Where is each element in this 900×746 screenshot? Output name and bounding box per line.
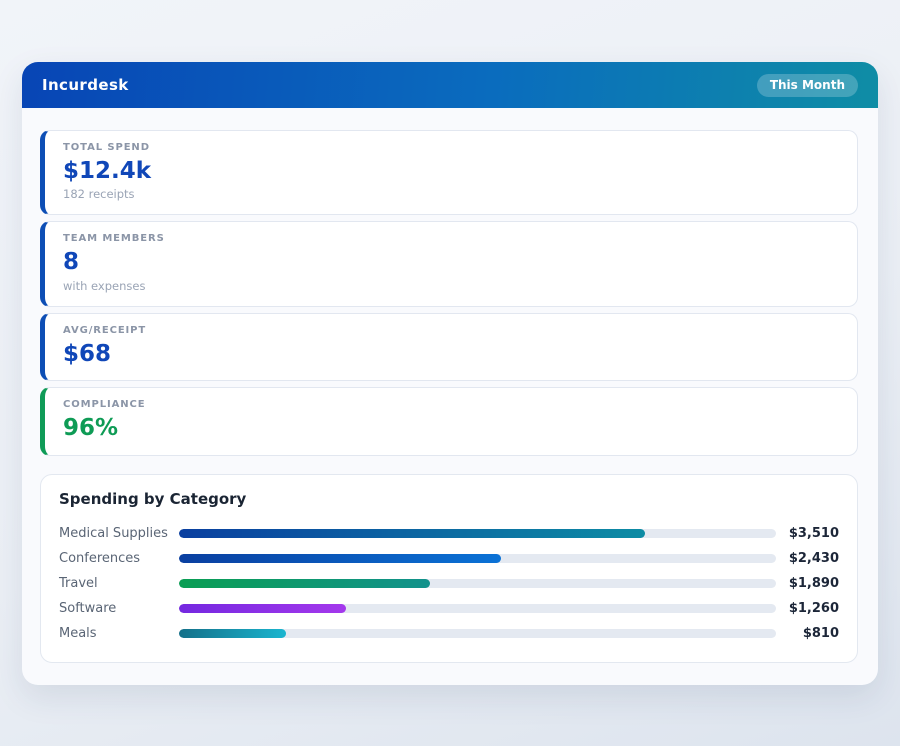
stat-card-compliance: COMPLIANCE 96% (40, 387, 858, 455)
period-badge[interactable]: This Month (757, 74, 858, 97)
bar-track (179, 579, 776, 588)
dashboard-panel: Incurdesk This Month TOTAL SPEND $12.4k … (22, 62, 878, 685)
stat-label: TOTAL SPEND (63, 142, 839, 153)
category-value: $1,890 (785, 576, 839, 591)
bar-fill (179, 629, 286, 638)
bar-fill (179, 554, 501, 563)
category-value: $810 (785, 626, 839, 641)
app-title: Incurdesk (42, 76, 129, 94)
stat-value: $68 (63, 341, 839, 367)
category-label: Travel (59, 576, 179, 591)
stat-value: 8 (63, 249, 839, 275)
bar-track (179, 604, 776, 613)
category-row-medical-supplies: Medical Supplies $3,510 (59, 521, 839, 546)
app-header: Incurdesk This Month (22, 62, 878, 108)
bar-track (179, 629, 776, 638)
bar-fill (179, 529, 645, 538)
category-label: Conferences (59, 551, 179, 566)
stat-label: COMPLIANCE (63, 399, 839, 410)
stat-card-total-spend: TOTAL SPEND $12.4k 182 receipts (40, 130, 858, 215)
category-value: $3,510 (785, 526, 839, 541)
chart-title: Spending by Category (59, 490, 839, 508)
stat-card-team-members: TEAM MEMBERS 8 with expenses (40, 221, 858, 306)
bar-fill (179, 579, 430, 588)
category-label: Software (59, 601, 179, 616)
stat-label: AVG/RECEIPT (63, 325, 839, 336)
stat-card-avg-receipt: AVG/RECEIPT $68 (40, 313, 858, 381)
bar-track (179, 529, 776, 538)
category-label: Meals (59, 626, 179, 641)
stat-subtext: 182 receipts (63, 187, 839, 201)
bar-track (179, 554, 776, 563)
stat-value: $12.4k (63, 158, 839, 184)
category-row-software: Software $1,260 (59, 596, 839, 621)
spending-by-category-card: Spending by Category Medical Supplies $3… (40, 474, 858, 663)
stat-subtext: with expenses (63, 279, 839, 293)
category-row-meals: Meals $810 (59, 621, 839, 646)
category-label: Medical Supplies (59, 526, 179, 541)
category-value: $1,260 (785, 601, 839, 616)
stat-value: 96% (63, 415, 839, 441)
category-row-travel: Travel $1,890 (59, 571, 839, 596)
bar-fill (179, 604, 346, 613)
panel-body: TOTAL SPEND $12.4k 182 receipts TEAM MEM… (22, 108, 878, 663)
stat-label: TEAM MEMBERS (63, 233, 839, 244)
category-row-conferences: Conferences $2,430 (59, 546, 839, 571)
category-value: $2,430 (785, 551, 839, 566)
